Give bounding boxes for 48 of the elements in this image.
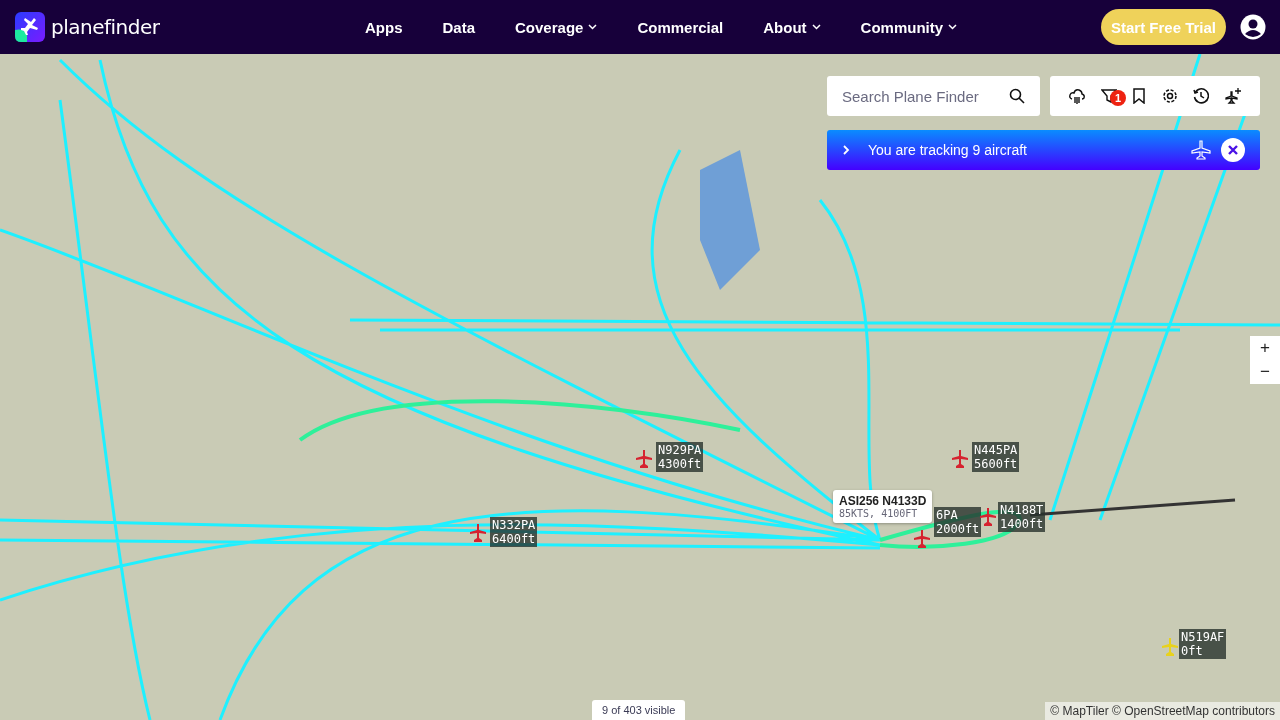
airplane-icon [1191,140,1211,160]
add-aircraft-icon[interactable] [1224,87,1243,105]
weather-cloud-icon[interactable] [1067,87,1086,105]
chevron-down-icon [588,24,598,30]
aircraft-altitude: 1400ft [1000,517,1044,531]
search-icon[interactable] [1009,88,1025,104]
aircraft-callsign[interactable]: N332PA [492,518,536,532]
nav-link[interactable]: About [743,18,841,36]
nav-link[interactable]: Community [840,18,978,36]
aircraft-callsign[interactable]: N519AF [1181,630,1225,644]
aircraft-icon[interactable] [914,530,930,548]
filter-count-badge: 1 [1110,90,1126,106]
visible-aircraft-count: 9 of 403 visible [592,700,686,720]
aircraft-callsign[interactable]: N445PA [974,443,1018,457]
tracking-banner[interactable]: You are tracking 9 aircraft [827,130,1260,170]
tracking-count-text: You are tracking 9 aircraft [868,142,1028,158]
nav-link[interactable]: Apps [345,18,423,36]
aircraft-icon[interactable] [636,450,652,468]
user-account-icon[interactable] [1240,14,1266,40]
settings-icon[interactable] [1161,88,1178,104]
close-button[interactable] [1221,138,1245,162]
aircraft-callsign[interactable]: 6PA [936,508,980,522]
close-icon [1228,145,1238,155]
popup-speed-altitude: 85KTS, 4100FT [839,508,919,519]
nav-link[interactable]: Coverage [495,18,618,36]
nav-link[interactable]: Commercial [617,18,744,36]
aircraft-altitude: 5600ft [974,457,1018,471]
aircraft-altitude: 0ft [1181,644,1204,658]
aircraft-altitude: 6400ft [492,532,536,546]
aircraft-icon[interactable] [952,450,968,468]
chevron-down-icon [811,24,821,30]
chevron-down-icon [948,24,958,30]
logo-icon [15,12,45,42]
aircraft-callsign[interactable]: N4188T [1000,503,1044,517]
aircraft-altitude: 4300ft [658,457,702,471]
filter-icon[interactable] [1101,88,1117,104]
nav-link[interactable]: Data [422,18,495,36]
aircraft-icon[interactable] [980,508,996,526]
search-field[interactable]: Search Plane Finder [827,76,1040,116]
logo-text[interactable]: planefinder [51,15,160,39]
aircraft-altitude: 2000ft [936,522,980,536]
aircraft-callsign[interactable]: N929PA [658,443,702,457]
history-clock-icon[interactable] [1192,88,1209,104]
map-attribution: © MapTiler © OpenStreetMap contributors [1045,702,1280,720]
aircraft-icon[interactable] [470,524,486,542]
chevron-right-icon[interactable] [843,145,850,155]
bookmark-icon[interactable] [1132,88,1147,104]
popup-title: ASI256 N4133D [839,494,927,508]
